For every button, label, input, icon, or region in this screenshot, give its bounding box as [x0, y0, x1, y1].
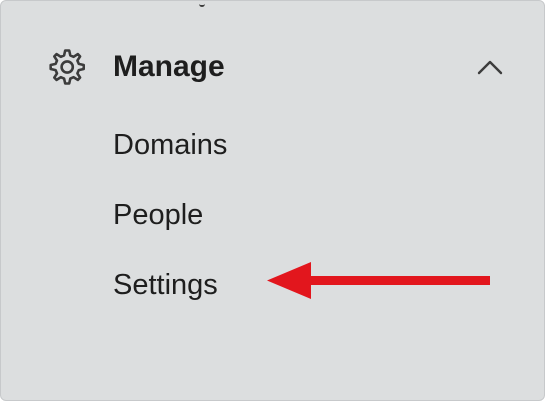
sidebar-panel: Manage Domains People Settings	[0, 0, 545, 401]
red-arrow-annotation	[263, 259, 495, 309]
chevron-up-icon[interactable]	[475, 57, 505, 77]
section-title: Manage	[113, 50, 225, 83]
clipped-previous-item	[1, 1, 544, 7]
gear-icon	[45, 46, 87, 88]
manage-section-toggle[interactable]: Manage	[1, 37, 544, 99]
sidebar-item-people[interactable]: People	[113, 198, 203, 232]
clipped-text-fragment	[199, 1, 205, 7]
sidebar-item-domains[interactable]: Domains	[113, 128, 227, 162]
sidebar-item-settings[interactable]: Settings	[113, 268, 218, 302]
